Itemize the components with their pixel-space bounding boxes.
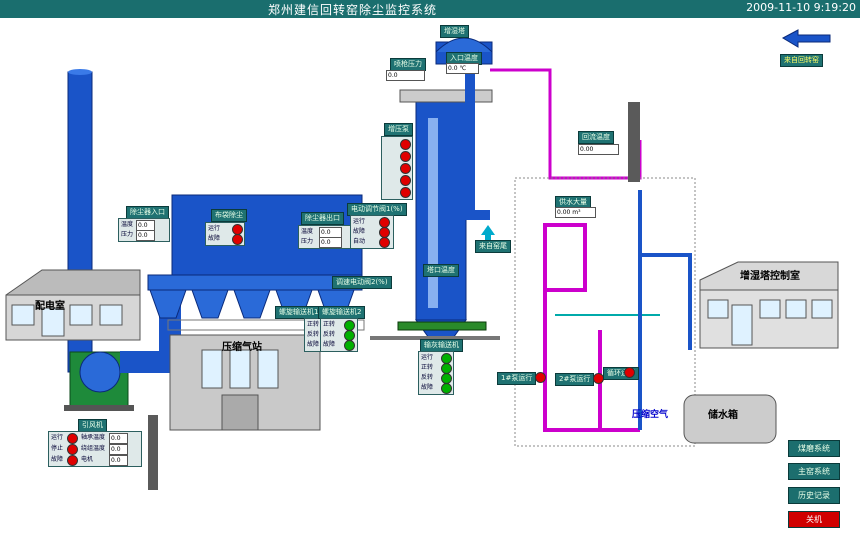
kiln-return-label: 来自回转窑 — [780, 54, 823, 67]
return-temp-label: 回流温度 — [578, 131, 614, 144]
bag-inlet-panel: 温度 0.0 压力 0.0 — [118, 218, 170, 242]
fan-panel: 运行 停止 故障 轴承温度 0.0 绕组温度 0.0 电机 0.0 — [48, 431, 142, 467]
status-led — [400, 163, 411, 174]
status-led — [400, 175, 411, 186]
ash-conveyor-panel: 运行 正转 反转 故障 — [418, 351, 454, 395]
humidifier-tower — [399, 37, 493, 346]
tower-control-label: 增湿塔控制室 — [740, 271, 800, 282]
app-title: 郑州建信回转窑除尘监控系统 — [268, 3, 438, 17]
main-kiln-button[interactable]: 主窑系统 — [788, 463, 840, 480]
kiln-exhaust-label: 来自窑尾 — [475, 240, 511, 253]
recirc-led — [624, 367, 635, 378]
history-button[interactable]: 历史记录 — [788, 487, 840, 504]
inlet-temp-value: 0.0 ℃ — [446, 63, 479, 74]
shutdown-button[interactable]: 关机 — [788, 511, 840, 528]
pump-status-panel — [381, 136, 413, 200]
power-room-building — [5, 269, 141, 341]
spray-pressure-value: 0.0 — [386, 70, 425, 81]
status-led — [400, 139, 411, 150]
pump-valves-label: 增压泵 — [384, 123, 413, 136]
water-tank-label: 储水箱 — [708, 410, 738, 421]
compressor-label: 压缩气站 — [222, 342, 262, 353]
power-room-label: 配电室 — [35, 301, 65, 312]
coal-mill-button[interactable]: 煤磨系统 — [788, 440, 840, 457]
pump2-label: 2#泵运行 — [555, 373, 595, 386]
tower-top-label: 增湿塔 — [440, 25, 469, 38]
flow-valve-label: 调速电动阀2(%) — [332, 276, 392, 289]
water-supply-value: 0.00 m³ — [555, 207, 596, 218]
bag-outlet-panel: 温度 0.0 压力 0.0 — [298, 225, 358, 249]
pump1-led — [535, 372, 546, 383]
elec-valve-panel: 运行 故障 自动 — [350, 215, 394, 249]
pump1-label: 1#泵运行 — [497, 372, 537, 385]
tower-outlet-label: 塔口温度 — [423, 264, 459, 277]
title-bar: 郑州建信回转窑除尘监控系统 2009-11-10 9:19:20 — [0, 0, 860, 18]
status-led — [400, 187, 411, 198]
bag-outlet-label: 除尘器出口 — [301, 212, 344, 225]
bag-main-panel: 运行 故障 — [205, 222, 245, 246]
screw2-panel: 正转 反转 故障 — [320, 318, 358, 352]
compressed-air-label: 压缩空气 — [632, 410, 669, 420]
return-temp-value: 0.00 — [578, 144, 619, 155]
clock: 2009-11-10 9:19:20 — [746, 1, 856, 14]
status-led — [400, 151, 411, 162]
bag-main-label: 布袋除尘 — [211, 209, 247, 222]
